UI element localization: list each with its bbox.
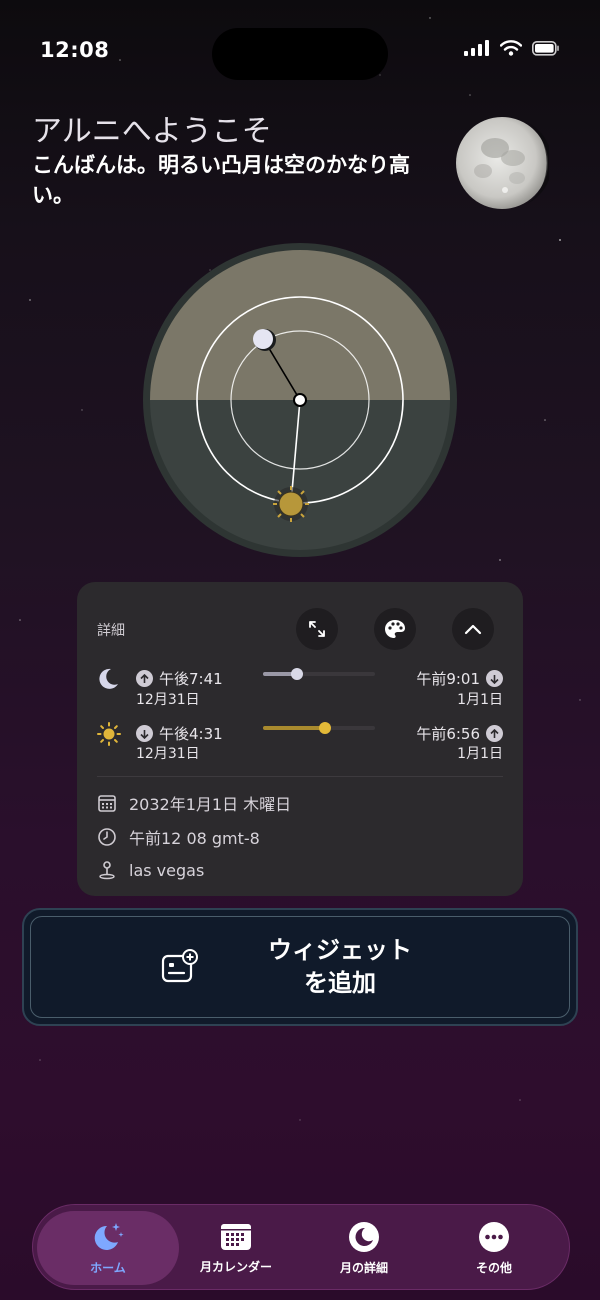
sky-half xyxy=(150,250,450,400)
arrow-up-icon xyxy=(136,670,153,687)
clock-text: 午前12 08 gmt-8 xyxy=(129,829,260,848)
clock-icon xyxy=(98,828,116,846)
arrow-down-icon xyxy=(136,725,153,742)
sun-progress-fill xyxy=(263,726,325,730)
moonrise-time: 午後7:41 xyxy=(136,668,223,689)
moonrise-time-text: 午後7:41 xyxy=(159,670,223,688)
moon-phase-image[interactable] xyxy=(455,116,549,210)
details-label: 詳細 xyxy=(97,623,125,639)
tab-moon-calendar-label: 月カレンダー xyxy=(199,1259,272,1274)
location-pin-icon xyxy=(99,861,115,880)
battery-icon xyxy=(532,40,559,56)
moon-progress-track xyxy=(263,668,375,680)
dial-center xyxy=(293,393,307,407)
palette-icon xyxy=(385,620,405,638)
sun-row-icon xyxy=(97,722,121,746)
date-row: 2032年1月1日 木曜日 xyxy=(97,791,291,815)
tab-home-label: ホーム xyxy=(90,1260,126,1275)
moonset-time-text: 午前9:01 xyxy=(416,670,480,688)
add-widget-button-inner: ウィジェット を追加 xyxy=(30,916,570,1018)
moonset-date: 1月1日 xyxy=(457,692,503,708)
sunset-date: 12月31日 xyxy=(136,746,200,762)
tab-home[interactable]: ホーム xyxy=(37,1211,179,1285)
sunset-time: 午後4:31 xyxy=(136,723,223,744)
location-row: las vegas xyxy=(97,860,204,880)
calendar-icon xyxy=(221,1223,251,1250)
greeting-title: アルニへようこそ xyxy=(32,114,272,149)
greeting-subtitle: こんばんは。明るい凸月は空のかなり高い。 xyxy=(32,153,410,207)
sun-marker xyxy=(273,486,309,522)
tab-more-label: その他 xyxy=(475,1260,512,1275)
status-icons xyxy=(464,40,560,56)
more-icon xyxy=(479,1221,509,1252)
sunrise-time-text: 午前6:56 xyxy=(416,725,480,743)
arrow-up-icon xyxy=(486,725,503,742)
clock-row: 午前12 08 gmt-8 xyxy=(97,825,260,849)
theme-button[interactable] xyxy=(374,608,416,650)
add-widget-button[interactable]: ウィジェット を追加 xyxy=(22,908,578,1026)
dynamic-island xyxy=(212,28,388,80)
add-widget-icon xyxy=(161,949,198,983)
moon-marker xyxy=(253,329,273,349)
tab-moon-details-label: 月の詳細 xyxy=(339,1260,388,1275)
calendar-icon xyxy=(98,795,116,812)
cellular-signal-icon xyxy=(464,40,489,56)
tab-moon-details[interactable]: 月の詳細 xyxy=(293,1211,435,1285)
moon-stars-icon xyxy=(94,1222,124,1250)
moon-progress-knob xyxy=(290,668,303,680)
tab-more[interactable]: その他 xyxy=(423,1211,565,1285)
expand-icon xyxy=(309,621,325,637)
wifi-icon xyxy=(500,40,522,56)
moonrise-date: 12月31日 xyxy=(136,692,200,708)
chevron-up-icon xyxy=(464,624,482,635)
moon-icon xyxy=(349,1221,379,1252)
status-bar: 12:08 xyxy=(0,0,600,100)
tab-moon-calendar[interactable]: 月カレンダー xyxy=(165,1211,307,1285)
details-card: 詳細 午後7:41 12月31日 午前9:01 1月1日 午後4:31 12月3… xyxy=(77,582,523,896)
moon-row-icon xyxy=(99,668,118,689)
collapse-button[interactable] xyxy=(452,608,494,650)
date-text: 2032年1月1日 木曜日 xyxy=(129,795,292,814)
sunset-time-text: 午後4:31 xyxy=(159,725,223,743)
details-divider xyxy=(97,776,503,777)
moonset-time: 午前9:01 xyxy=(416,668,503,689)
location-text: las vegas xyxy=(129,860,205,880)
sunrise-time: 午前6:56 xyxy=(416,723,503,744)
add-widget-label: ウィジェット を追加 xyxy=(268,936,412,997)
ground-half xyxy=(150,400,450,550)
arrow-down-icon xyxy=(486,670,503,687)
sun-moon-position-dial[interactable] xyxy=(143,243,457,557)
tab-bar: ホーム 月カレンダー 月の詳細 その他 xyxy=(32,1204,570,1290)
sun-progress-track xyxy=(263,722,375,734)
sun-progress-knob xyxy=(318,722,331,734)
expand-button[interactable] xyxy=(296,608,338,650)
status-time: 12:08 xyxy=(40,38,110,62)
sunrise-date: 1月1日 xyxy=(457,746,503,762)
